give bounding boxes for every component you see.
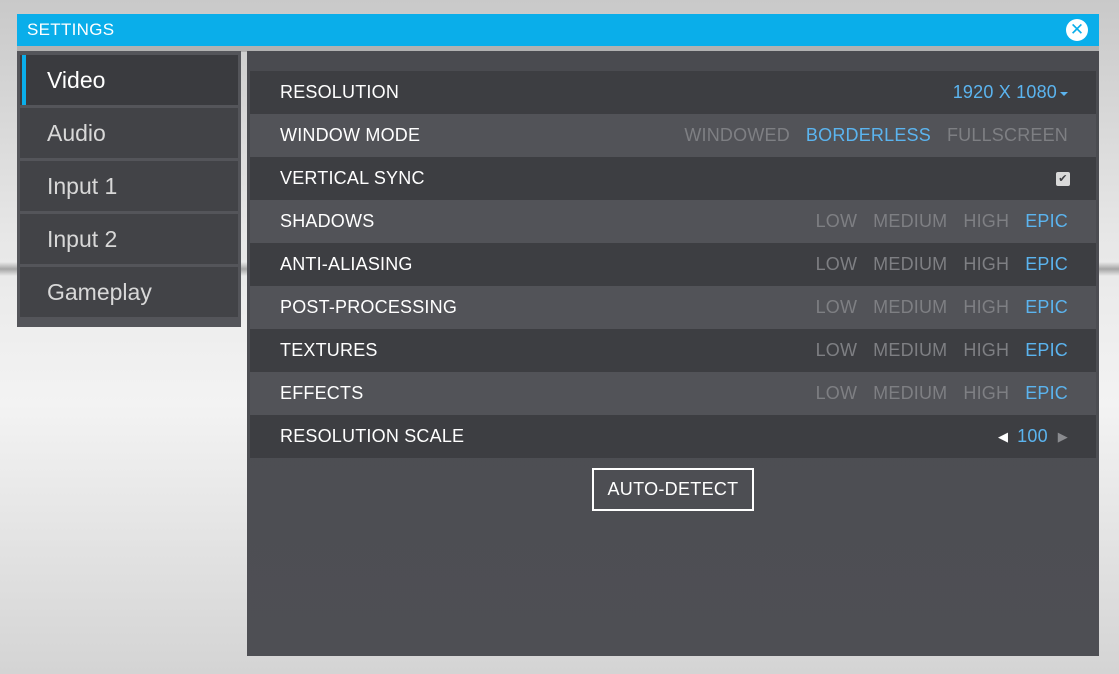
resolution-dropdown[interactable]: 1920 X 1080 (953, 71, 1068, 114)
setting-row-vertical-sync: VERTICAL SYNC ✔ (250, 157, 1096, 200)
sidebar-item-gameplay[interactable]: Gameplay (20, 267, 238, 317)
sidebar-item-label: Input 2 (47, 226, 118, 252)
checkmark-icon: ✔ (1058, 172, 1068, 185)
sidebar-item-label: Video (47, 67, 106, 93)
setting-row-resolution-scale: RESOLUTION SCALE ◀ 100 ▶ (250, 415, 1096, 458)
sidebar-item-input-2[interactable]: Input 2 (20, 214, 238, 264)
auto-detect-button[interactable]: AUTO-DETECT (592, 468, 754, 511)
close-icon[interactable]: ✕ (1066, 19, 1088, 41)
video-settings-panel: RESOLUTION 1920 X 1080 WINDOW MODE WINDO… (247, 51, 1099, 656)
window-title: SETTINGS (27, 20, 115, 39)
vertical-sync-checkbox[interactable]: ✔ (1056, 171, 1070, 186)
settings-titlebar: SETTINGS ✕ (17, 14, 1099, 46)
option-medium[interactable]: MEDIUM (873, 200, 947, 243)
setting-row-effects: EFFECTS LOW MEDIUM HIGH EPIC (250, 372, 1096, 415)
option-high[interactable]: HIGH (963, 200, 1009, 243)
option-low[interactable]: LOW (816, 372, 858, 415)
setting-label: SHADOWS (280, 211, 375, 231)
option-high[interactable]: HIGH (963, 372, 1009, 415)
sidebar-item-label: Input 1 (47, 173, 118, 199)
option-epic[interactable]: EPIC (1025, 329, 1068, 372)
option-epic[interactable]: EPIC (1025, 372, 1068, 415)
setting-row-window-mode: WINDOW MODE WINDOWED BORDERLESS FULLSCRE… (250, 114, 1096, 157)
option-epic[interactable]: EPIC (1025, 200, 1068, 243)
option-low[interactable]: LOW (816, 200, 858, 243)
setting-row-textures: TEXTURES LOW MEDIUM HIGH EPIC (250, 329, 1096, 372)
option-borderless[interactable]: BORDERLESS (806, 114, 931, 157)
setting-label: RESOLUTION SCALE (280, 426, 465, 446)
option-low[interactable]: LOW (816, 329, 858, 372)
option-windowed[interactable]: WINDOWED (684, 114, 790, 157)
option-low[interactable]: LOW (816, 286, 858, 329)
option-low[interactable]: LOW (816, 243, 858, 286)
sidebar-item-video[interactable]: Video (20, 55, 238, 105)
option-medium[interactable]: MEDIUM (873, 243, 947, 286)
setting-label: POST-PROCESSING (280, 297, 458, 317)
option-epic[interactable]: EPIC (1025, 243, 1068, 286)
setting-label: VERTICAL SYNC (280, 168, 425, 188)
setting-row-anti-aliasing: ANTI-ALIASING LOW MEDIUM HIGH EPIC (250, 243, 1096, 286)
sidebar-item-audio[interactable]: Audio (20, 108, 238, 158)
arrow-left-icon[interactable]: ◀ (998, 415, 1008, 458)
option-high[interactable]: HIGH (963, 286, 1009, 329)
resolution-value: 1920 X 1080 (952, 82, 1057, 102)
option-epic[interactable]: EPIC (1025, 286, 1068, 329)
sidebar-item-label: Audio (47, 120, 106, 146)
sidebar-item-label: Gameplay (47, 279, 152, 305)
setting-label: EFFECTS (280, 383, 364, 403)
arrow-right-icon[interactable]: ▶ (1058, 415, 1068, 458)
setting-label: WINDOW MODE (280, 125, 421, 145)
option-fullscreen[interactable]: FULLSCREEN (947, 114, 1068, 157)
option-medium[interactable]: MEDIUM (873, 372, 947, 415)
sidebar-item-input-1[interactable]: Input 1 (20, 161, 238, 211)
setting-label: RESOLUTION (280, 82, 400, 102)
setting-row-resolution: RESOLUTION 1920 X 1080 (250, 71, 1096, 114)
option-medium[interactable]: MEDIUM (873, 286, 947, 329)
option-medium[interactable]: MEDIUM (873, 329, 947, 372)
settings-list: RESOLUTION 1920 X 1080 WINDOW MODE WINDO… (250, 71, 1096, 458)
settings-sidebar: Video Audio Input 1 Input 2 Gameplay (17, 51, 241, 327)
setting-row-post-processing: POST-PROCESSING LOW MEDIUM HIGH EPIC (250, 286, 1096, 329)
option-high[interactable]: HIGH (963, 243, 1009, 286)
option-high[interactable]: HIGH (963, 329, 1009, 372)
setting-label: TEXTURES (280, 340, 378, 360)
setting-label: ANTI-ALIASING (280, 254, 413, 274)
chevron-down-icon (1060, 91, 1068, 96)
setting-row-shadows: SHADOWS LOW MEDIUM HIGH EPIC (250, 200, 1096, 243)
resolution-scale-value: 100 (1017, 426, 1048, 446)
